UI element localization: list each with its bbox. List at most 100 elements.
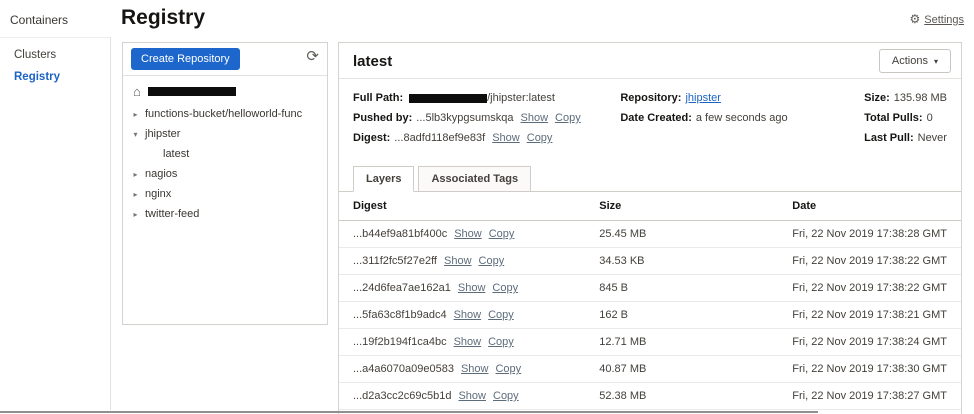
- chevron-right-icon[interactable]: ▸: [131, 110, 140, 119]
- actions-label: Actions: [891, 55, 928, 67]
- window-edge: [0, 411, 818, 413]
- pushed-by-value: ...5lb3kypgsumskqa: [416, 112, 514, 124]
- layer-date: Fri, 22 Nov 2019 17:38:30 GMT: [778, 355, 961, 383]
- registry-page: Containers Registry ⚙ Settings Clusters Re…: [0, 0, 974, 414]
- layer-date: Fri, 22 Nov 2019 17:38:22 GMT: [778, 247, 961, 275]
- gear-icon: ⚙: [909, 12, 921, 26]
- date-created-label: Date Created:: [620, 112, 692, 124]
- show-link[interactable]: Show: [461, 363, 489, 375]
- layers-table: Digest Size Date ...b44ef9a81bf400c Show C…: [339, 192, 961, 414]
- date-created-value: a few seconds ago: [695, 112, 788, 124]
- date-created-field: Date Created: a few seconds ago: [620, 112, 864, 125]
- copy-link[interactable]: Copy: [555, 112, 581, 124]
- copy-link[interactable]: Copy: [493, 390, 519, 402]
- repository-tree-panel: Create Repository ⟳ ⌂ ▸ functions-bucket/…: [122, 42, 328, 325]
- pushed-by-label: Pushed by:: [353, 112, 413, 124]
- layer-digest: ...a4a6070a09e0583: [353, 363, 454, 375]
- chevron-right-icon[interactable]: ▸: [131, 170, 140, 179]
- full-path-value: /jhipster:latest: [487, 92, 555, 104]
- repository-label: Repository:: [620, 92, 682, 104]
- table-row: ...d2a3cc2c69c5b1d Show Copy 52.38 MB Fri, 2…: [339, 382, 961, 410]
- tree-item-twitter-feed[interactable]: ▸ twitter-feed: [123, 204, 327, 224]
- sidebar-item-registry[interactable]: Registry: [0, 66, 110, 88]
- tree-root-item[interactable]: ⌂: [123, 76, 327, 104]
- total-pulls-value: 0: [926, 112, 933, 124]
- detail-fields: Full Path: /jhipster:latest Pushed by:...…: [339, 79, 961, 160]
- layer-date: Fri, 22 Nov 2019 17:38:21 GMT: [778, 301, 961, 329]
- show-link[interactable]: Show: [454, 309, 482, 321]
- show-link[interactable]: Show: [444, 255, 472, 267]
- layer-digest: ...311f2fc5f27e2ff: [353, 255, 437, 267]
- table-row: ...5fa63c8f1b9adc4 Show Copy 162 B Fri, 22 N…: [339, 301, 961, 329]
- left-nav-items: Clusters Registry: [0, 44, 110, 88]
- chevron-down-icon: ▾: [933, 57, 938, 66]
- copy-link[interactable]: Copy: [489, 228, 515, 240]
- chevron-down-icon[interactable]: ▾: [131, 130, 140, 139]
- table-row: ...311f2fc5f27e2ff Show Copy 34.53 KB Fri, 2…: [339, 247, 961, 275]
- sidebar-item-clusters[interactable]: Clusters: [0, 44, 110, 66]
- repo-tree: ▸ functions-bucket/helloworld-func ▾ jhipst…: [123, 104, 327, 224]
- size-value: 135.98 MB: [893, 92, 947, 104]
- col-header-digest: Digest: [339, 192, 586, 221]
- layer-digest: ...24d6fea7ae162a1: [353, 282, 451, 294]
- layers-table-body: ...b44ef9a81bf400c Show Copy 25.45 MB Fri, 2…: [339, 220, 961, 414]
- tree-item-label: latest: [163, 148, 190, 160]
- tree-item-jhipster[interactable]: ▾ jhipster: [123, 124, 327, 144]
- digest-value: ...8adfd118ef9e83f: [394, 132, 486, 144]
- tab-layers[interactable]: Layers: [353, 166, 415, 192]
- copy-link[interactable]: Copy: [527, 132, 553, 144]
- total-pulls-field: Total Pulls: 0: [864, 112, 947, 125]
- tree-item-latest[interactable]: latest: [123, 144, 327, 164]
- show-link[interactable]: Show: [458, 282, 486, 294]
- layer-digest: ...19f2b194f1ca4bc: [353, 336, 447, 348]
- create-repository-button[interactable]: Create Repository: [131, 48, 240, 70]
- tab-associated-tags[interactable]: Associated Tags: [418, 166, 532, 192]
- show-link[interactable]: Show: [454, 336, 482, 348]
- chevron-right-icon[interactable]: ▸: [131, 190, 140, 199]
- pushed-by-field: Pushed by: ...5lb3kypgsumskqa Show Copy: [353, 112, 620, 125]
- repository-link[interactable]: jhipster: [685, 92, 720, 104]
- page-title: Registry: [121, 6, 206, 29]
- show-link[interactable]: Show: [454, 228, 482, 240]
- settings-label: Settings: [924, 14, 964, 26]
- table-row: ...24d6fea7ae162a1 Show Copy 845 B Fri, 22 N…: [339, 274, 961, 302]
- detail-fields-col2: Repository: jhipster Date Created: a few s…: [620, 92, 864, 152]
- last-pull-label: Last Pull:: [864, 132, 914, 144]
- actions-button[interactable]: Actions ▾: [878, 49, 951, 73]
- refresh-icon[interactable]: ⟳: [306, 49, 319, 64]
- table-row: ...b44ef9a81bf400c Show Copy 25.45 MB Fri, 2…: [339, 220, 961, 248]
- copy-link[interactable]: Copy: [495, 363, 521, 375]
- tree-item-nagios[interactable]: ▸ nagios: [123, 164, 327, 184]
- redacted-root-name: [147, 87, 236, 96]
- tag-detail-panel: latest Actions ▾ Full Path: /jhipster:late…: [338, 42, 962, 414]
- show-link[interactable]: Show: [492, 132, 520, 144]
- size-field: Size: 135.98 MB: [864, 92, 947, 105]
- show-link[interactable]: Show: [521, 112, 549, 124]
- copy-link[interactable]: Copy: [492, 282, 518, 294]
- copy-link[interactable]: Copy: [488, 309, 514, 321]
- chevron-right-icon[interactable]: ▸: [131, 210, 140, 219]
- layer-size: 25.45 MB: [585, 220, 779, 248]
- layer-digest: ...b44ef9a81bf400c: [353, 228, 448, 240]
- tree-panel-header: Create Repository ⟳: [123, 43, 327, 76]
- detail-tabs: Layers Associated Tags: [339, 160, 961, 192]
- tree-item-label: nagios: [145, 168, 178, 180]
- redacted-namespace: [409, 93, 488, 103]
- col-header-date: Date: [778, 192, 961, 221]
- layer-size: 40.87 MB: [585, 355, 779, 383]
- detail-fields-col3: Size: 135.98 MB Total Pulls: 0 Last Pull: N…: [864, 92, 947, 152]
- layer-date: Fri, 22 Nov 2019 17:38:28 GMT: [778, 220, 961, 248]
- section-label: Containers: [10, 13, 69, 27]
- digest-field: Digest: ...8adfd118ef9e83f Show Copy: [353, 132, 620, 145]
- show-link[interactable]: Show: [458, 390, 486, 402]
- left-nav: Clusters Registry: [0, 37, 111, 410]
- table-row: ...a4a6070a09e0583 Show Copy 40.87 MB Fri, 2…: [339, 355, 961, 383]
- total-pulls-label: Total Pulls:: [864, 112, 923, 124]
- layer-digest: ...d2a3cc2c69c5b1d: [353, 390, 452, 402]
- tree-item-functions-bucket-helloworld-func[interactable]: ▸ functions-bucket/helloworld-func: [123, 104, 327, 124]
- copy-link[interactable]: Copy: [479, 255, 505, 267]
- copy-link[interactable]: Copy: [488, 336, 514, 348]
- tree-item-label: functions-bucket/helloworld-func: [145, 108, 303, 120]
- tree-item-nginx[interactable]: ▸ nginx: [123, 184, 327, 204]
- settings-link[interactable]: ⚙ Settings: [909, 12, 964, 26]
